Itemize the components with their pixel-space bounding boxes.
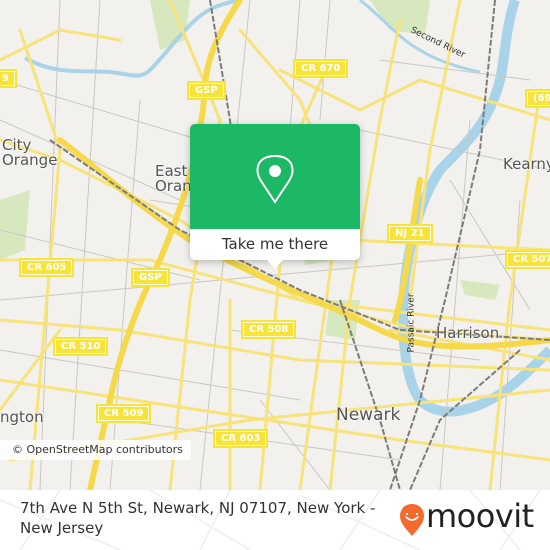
popup-pointer [267,260,283,269]
road-shield-9: 9 [0,69,17,88]
road-shield-cr-508: CR 508 [241,320,297,339]
road-shield-gsp-south: GSP [131,268,170,287]
place-newark: Newark [336,405,401,425]
place-city-orange: City Orange [2,136,58,169]
place-kearny: Kearny [503,155,550,173]
road-shield-nj-21: NJ 21 [387,224,433,243]
road-shield-69: (69 [525,89,550,108]
map-pin-icon [256,154,294,204]
take-me-there-button[interactable]: Take me there [190,229,360,260]
place-harrison: Harrison [436,324,500,342]
moovit-logo[interactable]: moovit [398,497,538,536]
road-shield-cr-509: CR 509 [96,404,152,423]
road-shield-gsp-north: GSP [187,81,226,100]
address-text: 7th Ave N 5th St, Newark, NJ 07107, New … [20,499,376,537]
label-passaic-river: Passaic River [406,293,417,353]
popup-header [190,124,360,229]
road-shield-cr-603: CR 603 [213,429,269,448]
moovit-wordmark: moovit [426,497,534,535]
road-shield-cr-510: CR 510 [53,337,109,356]
footer: 7th Ave N 5th St, Newark, NJ 07107, New … [0,490,550,550]
map-attribution[interactable]: © OpenStreetMap contributors [0,440,191,460]
moovit-smiley-pin-icon [400,504,424,536]
road-shield-cr-507: CR 507 [505,250,550,269]
road-shield-cr-670: CR 670 [293,59,349,78]
location-popup: Take me there [190,124,360,269]
road-shield-cr-605: CR 605 [19,258,75,277]
place-livingston-partial: ngton [0,408,44,426]
map[interactable]: CR 670 GSP GSP CR 605 CR 510 CR 508 CR 5… [0,0,550,490]
